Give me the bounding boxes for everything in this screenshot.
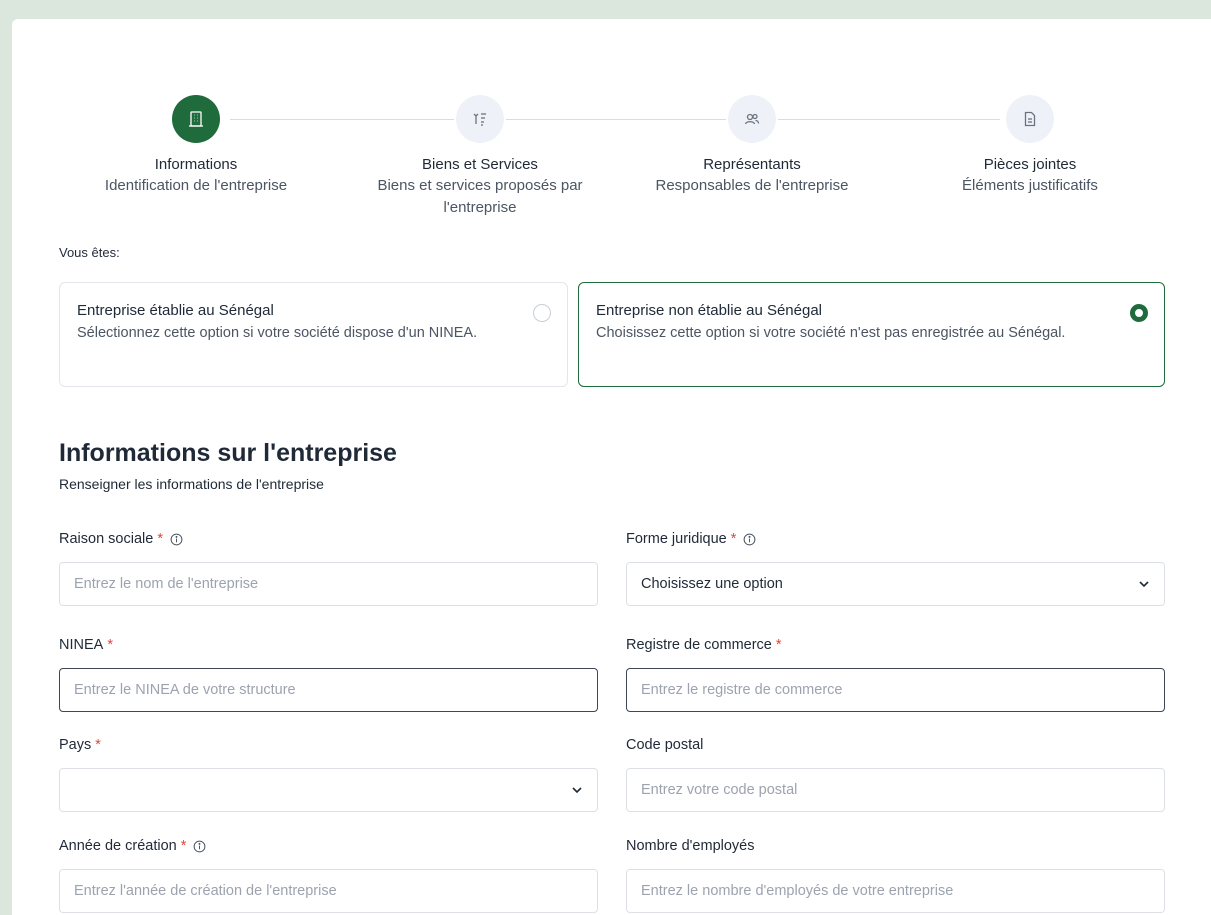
field-label: Raison sociale [59, 531, 154, 547]
required-marker: * [95, 737, 101, 753]
raison-sociale-input[interactable]: Entrez le nom de l'entreprise [59, 562, 598, 606]
annee-creation-input[interactable]: Entrez l'année de création de l'entrepri… [59, 869, 598, 913]
option-description: Choisissez cette option si votre société… [596, 325, 1066, 341]
document-icon [1024, 111, 1036, 127]
info-icon[interactable] [743, 533, 756, 546]
step-title: Représentants [703, 156, 801, 173]
option-not-established-senegal[interactable]: Entreprise non établie au Sénégal Choisi… [578, 282, 1165, 387]
field-label: Code postal [626, 737, 704, 753]
field-ninea: NINEA * Entrez le NINEA de votre structu… [59, 635, 598, 712]
field-raison-sociale: Raison sociale * Entrez le nom de l'entr… [59, 529, 598, 606]
stepper: Informations Identification de l'entrepr… [12, 91, 1211, 251]
registre-commerce-input[interactable]: Entrez le registre de commerce [626, 668, 1165, 712]
step-biens-services[interactable]: Biens et Services Biens et services prop… [350, 91, 610, 219]
step-description: Identification de l'entreprise [104, 177, 288, 194]
list-filter-icon [473, 113, 486, 126]
step-description-line: l'entreprise [443, 199, 517, 216]
field-annee-creation: Année de création * Entrez l'année de cr… [59, 836, 598, 913]
step-circle [728, 95, 776, 143]
field-label: Pays [59, 737, 92, 753]
section-subtitle: Renseigner les informations de l'entrepr… [59, 476, 324, 492]
code-postal-input[interactable]: Entrez votre code postal [626, 768, 1165, 812]
step-circle [172, 95, 220, 143]
step-title: Biens et Services [422, 156, 538, 173]
select-value: Choisissez une option [641, 576, 783, 592]
step-description: Éléments justificatifs [962, 177, 1098, 194]
field-label: NINEA [59, 637, 104, 653]
step-description-line: Biens et services proposés par [377, 177, 583, 194]
required-marker: * [107, 637, 113, 653]
field-code-postal: Code postal Entrez votre code postal [626, 735, 1165, 812]
pays-select[interactable] [59, 768, 598, 812]
info-icon[interactable] [170, 533, 183, 546]
step-informations[interactable]: Informations Identification de l'entrepr… [66, 91, 326, 197]
required-marker: * [775, 637, 782, 653]
building-icon [189, 111, 203, 127]
field-label: Année de création [59, 838, 177, 854]
company-type-label: Vous êtes: [59, 245, 120, 260]
required-marker: * [157, 531, 163, 547]
step-description: Responsables de l'entreprise [655, 177, 849, 194]
ninea-input[interactable]: Entrez le NINEA de votre structure [59, 668, 598, 712]
field-pays: Pays * [59, 735, 598, 812]
form-card: Informations Identification de l'entrepr… [12, 19, 1211, 915]
option-established-senegal[interactable]: Entreprise établie au Sénégal Sélectionn… [59, 282, 568, 387]
nombre-employes-input[interactable]: Entrez le nombre d'employés de votre ent… [626, 869, 1165, 913]
step-title: Pièces jointes [983, 156, 1077, 173]
field-nombre-employes: Nombre d'employés Entrez le nombre d'emp… [626, 836, 1165, 913]
required-marker: * [730, 531, 737, 547]
users-icon [744, 113, 760, 125]
step-circle [456, 95, 504, 143]
info-icon[interactable] [193, 840, 206, 853]
option-description: Sélectionnez cette option si votre socié… [77, 325, 478, 341]
forme-juridique-select[interactable]: Choisissez une option [626, 562, 1165, 606]
field-label: Nombre d'employés [626, 838, 755, 854]
field-registre-commerce: Registre de commerce * Entrez le registr… [626, 635, 1165, 712]
step-pieces-jointes[interactable]: Pièces jointes Éléments justificatifs [900, 91, 1160, 197]
radio-button[interactable] [533, 304, 551, 322]
field-label: Registre de commerce [626, 637, 772, 653]
field-forme-juridique: Forme juridique * Choisissez une option [626, 529, 1165, 606]
option-title: Entreprise non établie au Sénégal [596, 302, 822, 319]
chevron-down-icon [572, 787, 582, 794]
option-title: Entreprise établie au Sénégal [77, 302, 274, 319]
step-description: Biens et services proposés par l'entrepr… [350, 175, 610, 219]
field-label: Forme juridique [626, 531, 727, 547]
step-title: Informations [154, 156, 238, 173]
chevron-down-icon [1139, 581, 1149, 588]
section-title: Informations sur l'entreprise [59, 439, 397, 467]
radio-button-checked[interactable] [1130, 304, 1148, 322]
required-marker: * [180, 838, 187, 854]
step-representants[interactable]: Représentants Responsables de l'entrepri… [622, 91, 882, 197]
step-circle [1006, 95, 1054, 143]
